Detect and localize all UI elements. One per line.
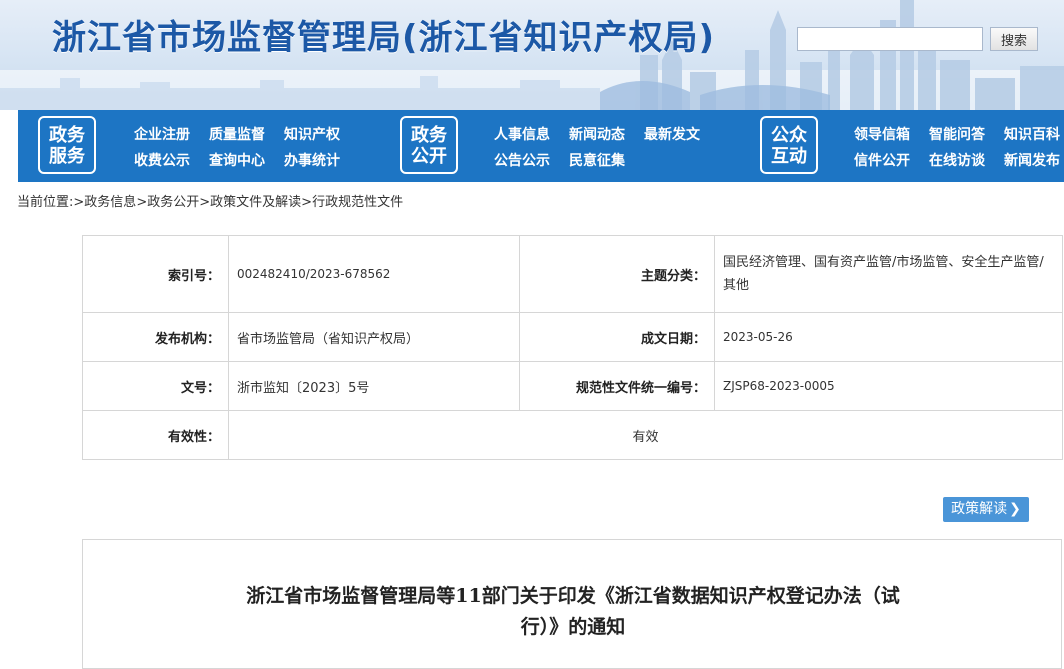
nav-link-smart-qa[interactable]: 智能问答	[929, 124, 985, 144]
nav-badge-line: 互动	[771, 146, 807, 167]
unified-no-value: ZJSP68-2023-0005	[714, 361, 1063, 411]
breadcrumb-separator: >	[73, 195, 85, 210]
validity-label: 有效性：	[82, 410, 229, 460]
breadcrumb-item-normative-documents[interactable]: 行政规范性文件	[312, 195, 403, 210]
nav-badge-public-interaction[interactable]: 公众 互动	[760, 116, 818, 174]
table-row: 文号： 浙市监知〔2023〕5号 规范性文件统一编号： ZJSP68-2023-…	[82, 361, 1063, 411]
document-title-line: 行）》的通知	[520, 616, 626, 638]
index-no-value: 002482410/2023-678562	[228, 235, 520, 313]
nav-badge-government-disclosure[interactable]: 政务 公开	[400, 116, 458, 174]
nav-badge-line: 政务	[49, 125, 85, 146]
nav-badge-line: 公开	[411, 146, 447, 167]
nav-badge-line: 政务	[411, 125, 447, 146]
date-label: 成文日期：	[519, 312, 715, 362]
nav-badge-line: 公众	[771, 125, 807, 146]
subject-value: 国民经济管理、国有资产监管/市场监管、安全生产监管/其他	[714, 235, 1063, 313]
nav-link-service-statistics[interactable]: 办事统计	[284, 150, 340, 170]
table-row: 索引号： 002482410/2023-678562 主题分类： 国民经济管理、…	[82, 235, 1063, 313]
breadcrumb-separator: >	[199, 195, 211, 210]
nav-link-leader-mailbox[interactable]: 领导信箱	[854, 124, 910, 144]
nav-link-press-release[interactable]: 新闻发布	[1004, 150, 1060, 170]
issuer-value: 省市场监管局（省知识产权局）	[228, 312, 520, 362]
validity-value: 有效	[228, 410, 1063, 460]
policy-interpretation-label: 政策解读	[951, 501, 1008, 517]
breadcrumb-item-government-info[interactable]: 政务信息	[84, 195, 136, 210]
document-panel: 浙江省市场监督管理局等11部门关于印发《浙江省数据知识产权登记办法（试 行）》的…	[82, 539, 1062, 669]
table-row: 有效性： 有效	[82, 410, 1063, 460]
breadcrumb-prefix: 当前位置:	[17, 195, 74, 210]
nav-link-latest-documents[interactable]: 最新发文	[644, 124, 700, 144]
nav-badge-line: 服务	[49, 146, 85, 167]
nav-link-public-opinion[interactable]: 民意征集	[569, 150, 625, 170]
policy-interpretation-button[interactable]: 政策解读 ❯	[943, 497, 1029, 522]
nav-bar: 政务 服务 企业注册 质量监督 知识产权 收费公示 查询中心 办事统计 政务 公…	[18, 110, 1064, 182]
table-row: 发布机构： 省市场监管局（省知识产权局） 成文日期： 2023-05-26	[82, 312, 1063, 362]
doc-no-label: 文号：	[82, 361, 229, 411]
unified-no-label: 规范性文件统一编号：	[519, 361, 715, 411]
chevron-right-icon: ❯	[1009, 501, 1021, 517]
nav-link-query-center[interactable]: 查询中心	[209, 150, 265, 170]
nav-link-public-letters[interactable]: 信件公开	[854, 150, 910, 170]
breadcrumb-item-policy-documents[interactable]: 政策文件及解读	[210, 195, 301, 210]
nav-link-announcements[interactable]: 公告公示	[494, 150, 550, 170]
header-banner: 浙江省市场监督管理局(浙江省知识产权局) 搜索	[0, 0, 1064, 110]
nav-badge-government-services[interactable]: 政务 服务	[38, 116, 96, 174]
breadcrumb: 当前位置:>政务信息>政务公开>政策文件及解读>行政规范性文件	[17, 191, 403, 210]
search-button[interactable]: 搜索	[990, 27, 1038, 51]
issuer-label: 发布机构：	[82, 312, 229, 362]
search-input[interactable]	[797, 27, 983, 51]
breadcrumb-separator: >	[136, 195, 148, 210]
site-title: 浙江省市场监督管理局(浙江省知识产权局)	[52, 18, 716, 58]
nav-link-enterprise-registration[interactable]: 企业注册	[134, 124, 190, 144]
breadcrumb-separator: >	[301, 195, 313, 210]
document-meta-table: 索引号： 002482410/2023-678562 主题分类： 国民经济管理、…	[82, 235, 1063, 460]
nav-link-quality-supervision[interactable]: 质量监督	[209, 124, 265, 144]
nav-link-intellectual-property[interactable]: 知识产权	[284, 124, 340, 144]
document-title-line: 浙江省市场监督管理局等11部门关于印发《浙江省数据知识产权登记办法（试	[246, 585, 900, 607]
nav-link-fee-disclosure[interactable]: 收费公示	[134, 150, 190, 170]
nav-link-personnel-info[interactable]: 人事信息	[494, 124, 550, 144]
index-no-label: 索引号：	[82, 235, 229, 313]
nav-link-news[interactable]: 新闻动态	[569, 124, 625, 144]
breadcrumb-item-government-disclosure[interactable]: 政务公开	[147, 195, 199, 210]
date-value: 2023-05-26	[714, 312, 1063, 362]
nav-link-knowledge-base[interactable]: 知识百科	[1004, 124, 1060, 144]
doc-no-value: 浙市监知〔2023〕5号	[228, 361, 520, 411]
document-title: 浙江省市场监督管理局等11部门关于印发《浙江省数据知识产权登记办法（试 行）》的…	[83, 581, 1063, 643]
nav-link-online-interview[interactable]: 在线访谈	[929, 150, 985, 170]
subject-label: 主题分类：	[519, 235, 715, 313]
main-nav: 政务 服务 企业注册 质量监督 知识产权 收费公示 查询中心 办事统计 政务 公…	[0, 110, 1064, 182]
